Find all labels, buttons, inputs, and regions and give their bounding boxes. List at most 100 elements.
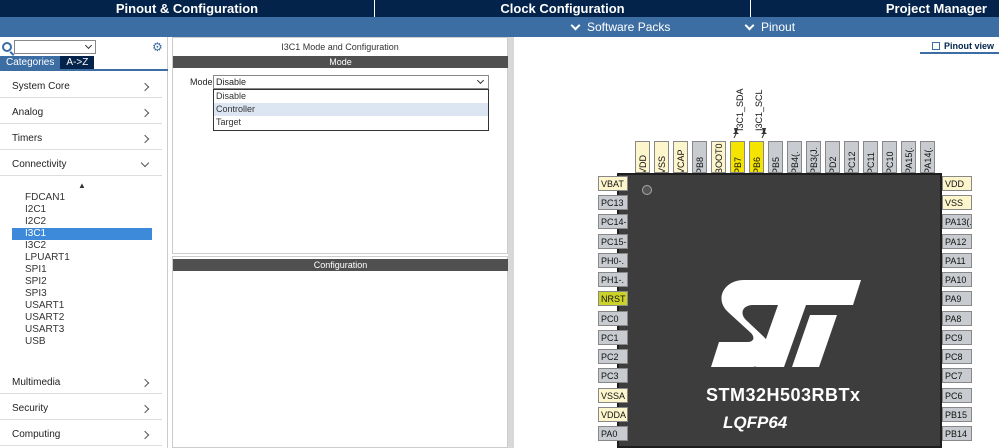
tab-pinout-configuration[interactable]: Pinout & Configuration <box>0 0 375 17</box>
periph-fdcan1[interactable]: FDCAN1 <box>12 192 152 204</box>
periph-i2c2[interactable]: I2C2 <box>12 216 152 228</box>
sort-icon[interactable]: ▲ <box>78 181 86 190</box>
pin-left[interactable]: VBAT <box>598 176 628 191</box>
chevron-right-icon <box>140 134 150 143</box>
pinout-label: Pinout <box>761 20 796 34</box>
top-tab-bar: Pinout & Configuration Clock Configurati… <box>0 0 999 17</box>
pin-left[interactable]: PH0-. <box>598 253 628 268</box>
pin-top[interactable]: PB5 <box>768 141 783 173</box>
chevron-down-icon[interactable] <box>476 76 485 85</box>
category-multimedia[interactable]: Multimedia <box>0 372 162 394</box>
mode-option-target[interactable]: Target <box>214 116 488 129</box>
pin-top[interactable]: PC12 <box>844 141 859 173</box>
tab-a-to-z[interactable]: A->Z <box>60 56 95 69</box>
pin-left[interactable]: PC15-. <box>598 234 628 249</box>
chevron-down-icon <box>140 158 150 167</box>
pin-right[interactable]: PA8 <box>942 311 972 326</box>
mode-dropdown-list: Disable Controller Target <box>213 89 489 131</box>
pin-top[interactable]: PB4(. <box>787 141 802 173</box>
category-connectivity[interactable]: Connectivity <box>0 154 162 176</box>
pin-right[interactable]: PA9 <box>942 291 972 306</box>
pin-top[interactable]: VDD <box>635 141 650 173</box>
category-security[interactable]: Security <box>0 398 162 420</box>
pin-top[interactable]: PC11 <box>863 141 878 173</box>
periph-usart1[interactable]: USART1 <box>12 300 152 312</box>
pin-top[interactable]: PB8 <box>692 141 707 173</box>
pin-left[interactable]: PC3 <box>598 368 628 383</box>
mode-label: Mode <box>190 77 213 87</box>
pin-top[interactable]: VSS <box>654 141 669 173</box>
pin-right[interactable]: PB14 <box>942 426 972 441</box>
pushpin-icon[interactable] <box>760 128 768 138</box>
pin-right[interactable]: VSS <box>942 195 972 210</box>
pin-left[interactable]: VSSA <box>598 388 628 403</box>
tab-pinout-view[interactable]: Pinout view <box>920 40 999 54</box>
pin-right[interactable]: PA13(. <box>942 214 972 229</box>
pin-top[interactable]: PA14(. <box>920 141 935 173</box>
pin-left[interactable]: PA0 <box>598 426 628 441</box>
periph-i3c1[interactable]: I3C1 <box>12 228 152 240</box>
chevron-right-icon <box>140 82 150 91</box>
pin-top[interactable]: VCAP <box>673 141 688 173</box>
pin-left[interactable]: VDDA <box>598 407 628 422</box>
pin-left[interactable]: PC13 <box>598 195 628 210</box>
chip-icon <box>932 42 940 50</box>
chevron-right-icon <box>140 378 150 387</box>
category-system-core[interactable]: System Core <box>0 76 162 98</box>
pin-top[interactable]: PC10 <box>882 141 897 173</box>
tab-categories[interactable]: Categories <box>0 56 61 69</box>
pushpin-icon[interactable] <box>732 128 740 138</box>
search-input[interactable] <box>14 40 96 54</box>
pin-left[interactable]: PC1 <box>598 330 628 345</box>
software-packs-menu[interactable]: Software Packs <box>568 17 670 37</box>
pin-top[interactable]: PB3(J. <box>806 141 821 173</box>
category-computing[interactable]: Computing <box>0 424 162 446</box>
periph-usart2[interactable]: USART2 <box>12 312 152 324</box>
periph-spi2[interactable]: SPI2 <box>12 276 152 288</box>
pin-top[interactable]: BOOT0 <box>711 141 726 173</box>
sub-menu-bar: Software Packs Pinout <box>0 17 999 37</box>
pin-left[interactable]: PC14-. <box>598 214 628 229</box>
pin-top[interactable]: PD2 <box>825 141 840 173</box>
mode-option-controller[interactable]: Controller <box>214 103 488 116</box>
pin-right[interactable]: PA11 <box>942 253 972 268</box>
configuration-panel <box>172 256 508 448</box>
pin-top[interactable]: PA15(. <box>901 141 916 173</box>
pin-top-assigned[interactable]: PB7 <box>730 141 745 173</box>
pin-left[interactable]: PH1-. <box>598 272 628 287</box>
periph-lpuart1[interactable]: LPUART1 <box>12 252 152 264</box>
periph-spi1[interactable]: SPI1 <box>12 264 152 276</box>
pin-left[interactable]: PC0 <box>598 311 628 326</box>
pin-right[interactable]: VDD <box>942 176 972 191</box>
sidebar-view-tabs: Categories A->Z <box>0 56 95 69</box>
tab-clock-configuration[interactable]: Clock Configuration <box>375 0 751 17</box>
pin-right[interactable]: PA10 <box>942 272 972 287</box>
pin-right[interactable]: PA12 <box>942 234 972 249</box>
pin-right[interactable]: PB15 <box>942 407 972 422</box>
pin-right[interactable]: PC9 <box>942 330 972 345</box>
signal-label-scl: I3C1_SCL <box>754 89 764 131</box>
mode-select[interactable]: Disable <box>213 75 489 89</box>
pin-right[interactable]: PC7 <box>942 368 972 383</box>
periph-i2c1[interactable]: I2C1 <box>12 204 152 216</box>
pin-left-reset[interactable]: NRST <box>598 291 628 306</box>
periph-spi3[interactable]: SPI3 <box>12 288 152 300</box>
pinout-menu[interactable]: Pinout <box>742 17 795 37</box>
tab-project-manager[interactable]: Project Manager <box>751 0 999 17</box>
pin-right[interactable]: PC6 <box>942 388 972 403</box>
gear-icon[interactable]: ⚙ <box>152 40 163 54</box>
pin-left[interactable]: PC2 <box>598 349 628 364</box>
mode-option-disable[interactable]: Disable <box>214 90 488 103</box>
periph-usart3[interactable]: USART3 <box>12 324 152 336</box>
chevron-down-icon[interactable] <box>84 41 93 50</box>
category-timers[interactable]: Timers <box>0 128 162 150</box>
search-bar <box>2 40 96 54</box>
sidebar-divider <box>0 69 168 71</box>
periph-usb[interactable]: USB <box>12 336 152 348</box>
pin-right[interactable]: PC8 <box>942 349 972 364</box>
chevron-right-icon <box>140 404 150 413</box>
chevron-down-icon <box>570 20 581 30</box>
periph-i3c2[interactable]: I3C2 <box>12 240 152 252</box>
pin-top-assigned[interactable]: PB6 <box>749 141 764 173</box>
category-analog[interactable]: Analog <box>0 102 162 124</box>
